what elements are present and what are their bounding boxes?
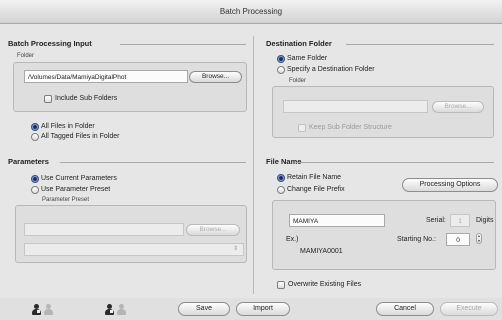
all-tagged-label: All Tagged Files in Folder	[41, 133, 120, 140]
save-button[interactable]: Save	[178, 302, 230, 316]
window-title: Batch Processing	[219, 7, 283, 16]
user-icon[interactable]	[32, 304, 41, 315]
cancel-button[interactable]: Cancel	[376, 302, 434, 316]
same-folder-label: Same Folder	[287, 55, 328, 62]
include-sub-folders-label: Include Sub Folders	[55, 95, 118, 102]
use-parameter-preset-radio[interactable]	[31, 186, 39, 194]
input-section-title: Batch Processing Input	[8, 39, 92, 48]
file-name-section-divider	[296, 162, 494, 163]
all-tagged-radio[interactable]	[31, 133, 39, 141]
preset-select-arrows-icon: ⇕	[233, 246, 239, 252]
use-parameter-preset-label: Use Parameter Preset	[41, 186, 111, 193]
digits-label: Digits	[476, 217, 494, 224]
keep-sub-folder-structure-checkbox[interactable]	[298, 124, 306, 132]
starting-no-field[interactable]: 0	[446, 233, 470, 246]
serial-label: Serial:	[426, 217, 446, 224]
parameter-preset-select[interactable]	[24, 243, 244, 256]
example-label: Ex.)	[286, 236, 299, 243]
use-current-parameters-radio[interactable]	[31, 175, 39, 183]
batch-processing-window: Batch Processing Batch Processing Input …	[0, 0, 502, 320]
specify-destination-radio[interactable]	[277, 66, 285, 74]
starting-no-stepper[interactable]: ▴ ▾	[476, 233, 482, 244]
example-value: MAMIYA0001	[300, 248, 343, 255]
change-file-prefix-radio[interactable]	[277, 186, 285, 194]
retain-file-name-radio[interactable]	[277, 174, 285, 182]
parameters-section-title: Parameters	[8, 157, 49, 166]
parameter-preset-browse-button[interactable]: Browse...	[186, 224, 240, 236]
destination-section-divider	[346, 44, 494, 45]
input-folder-field[interactable]: /Volumes/Data/MamiyaDigitalPhot	[24, 70, 188, 83]
serial-digits-field[interactable]: 1	[450, 214, 470, 227]
file-prefix-field[interactable]: MAMIYA	[289, 214, 385, 227]
parameter-preset-field[interactable]	[24, 223, 184, 236]
column-separator	[253, 36, 254, 294]
keep-sub-folder-structure-label: Keep Sub Folder Structure	[309, 124, 392, 131]
destination-folder-label: Folder	[289, 78, 307, 84]
user-icon[interactable]	[105, 304, 114, 315]
all-files-label: All Files in Folder	[41, 123, 95, 130]
processing-options-button[interactable]: Processing Options	[402, 178, 498, 192]
input-folder-label: Folder	[17, 53, 35, 59]
destination-browse-button[interactable]: Browse...	[432, 101, 484, 113]
parameter-preset-label: Parameter Preset	[42, 197, 90, 203]
input-section-divider	[120, 44, 246, 45]
same-folder-radio[interactable]	[277, 55, 285, 63]
overwrite-existing-files-label: Overwrite Existing Files	[288, 281, 362, 288]
import-button[interactable]: Import	[236, 302, 290, 316]
starting-no-label: Starting No.:	[397, 236, 436, 243]
execute-button[interactable]: Execute	[440, 302, 498, 316]
parameters-section-divider	[60, 162, 246, 163]
specify-destination-label: Specify a Destination Folder	[287, 66, 375, 73]
retain-file-name-label: Retain File Name	[287, 174, 342, 181]
user-disabled-icon[interactable]	[117, 304, 126, 315]
change-file-prefix-label: Change File Prefix	[287, 186, 345, 193]
input-browse-button[interactable]: Browse...	[189, 71, 242, 83]
bottom-bar: Save Import Cancel Execute	[0, 298, 502, 320]
overwrite-existing-files-checkbox[interactable]	[277, 281, 285, 289]
use-current-parameters-label: Use Current Parameters	[41, 175, 117, 182]
destination-folder-field[interactable]	[283, 100, 428, 113]
title-bar[interactable]: Batch Processing	[0, 0, 502, 24]
destination-section-title: Destination Folder	[266, 39, 332, 48]
include-sub-folders-checkbox[interactable]	[44, 95, 52, 103]
all-files-radio[interactable]	[31, 123, 39, 131]
user-disabled-icon[interactable]	[44, 304, 53, 315]
